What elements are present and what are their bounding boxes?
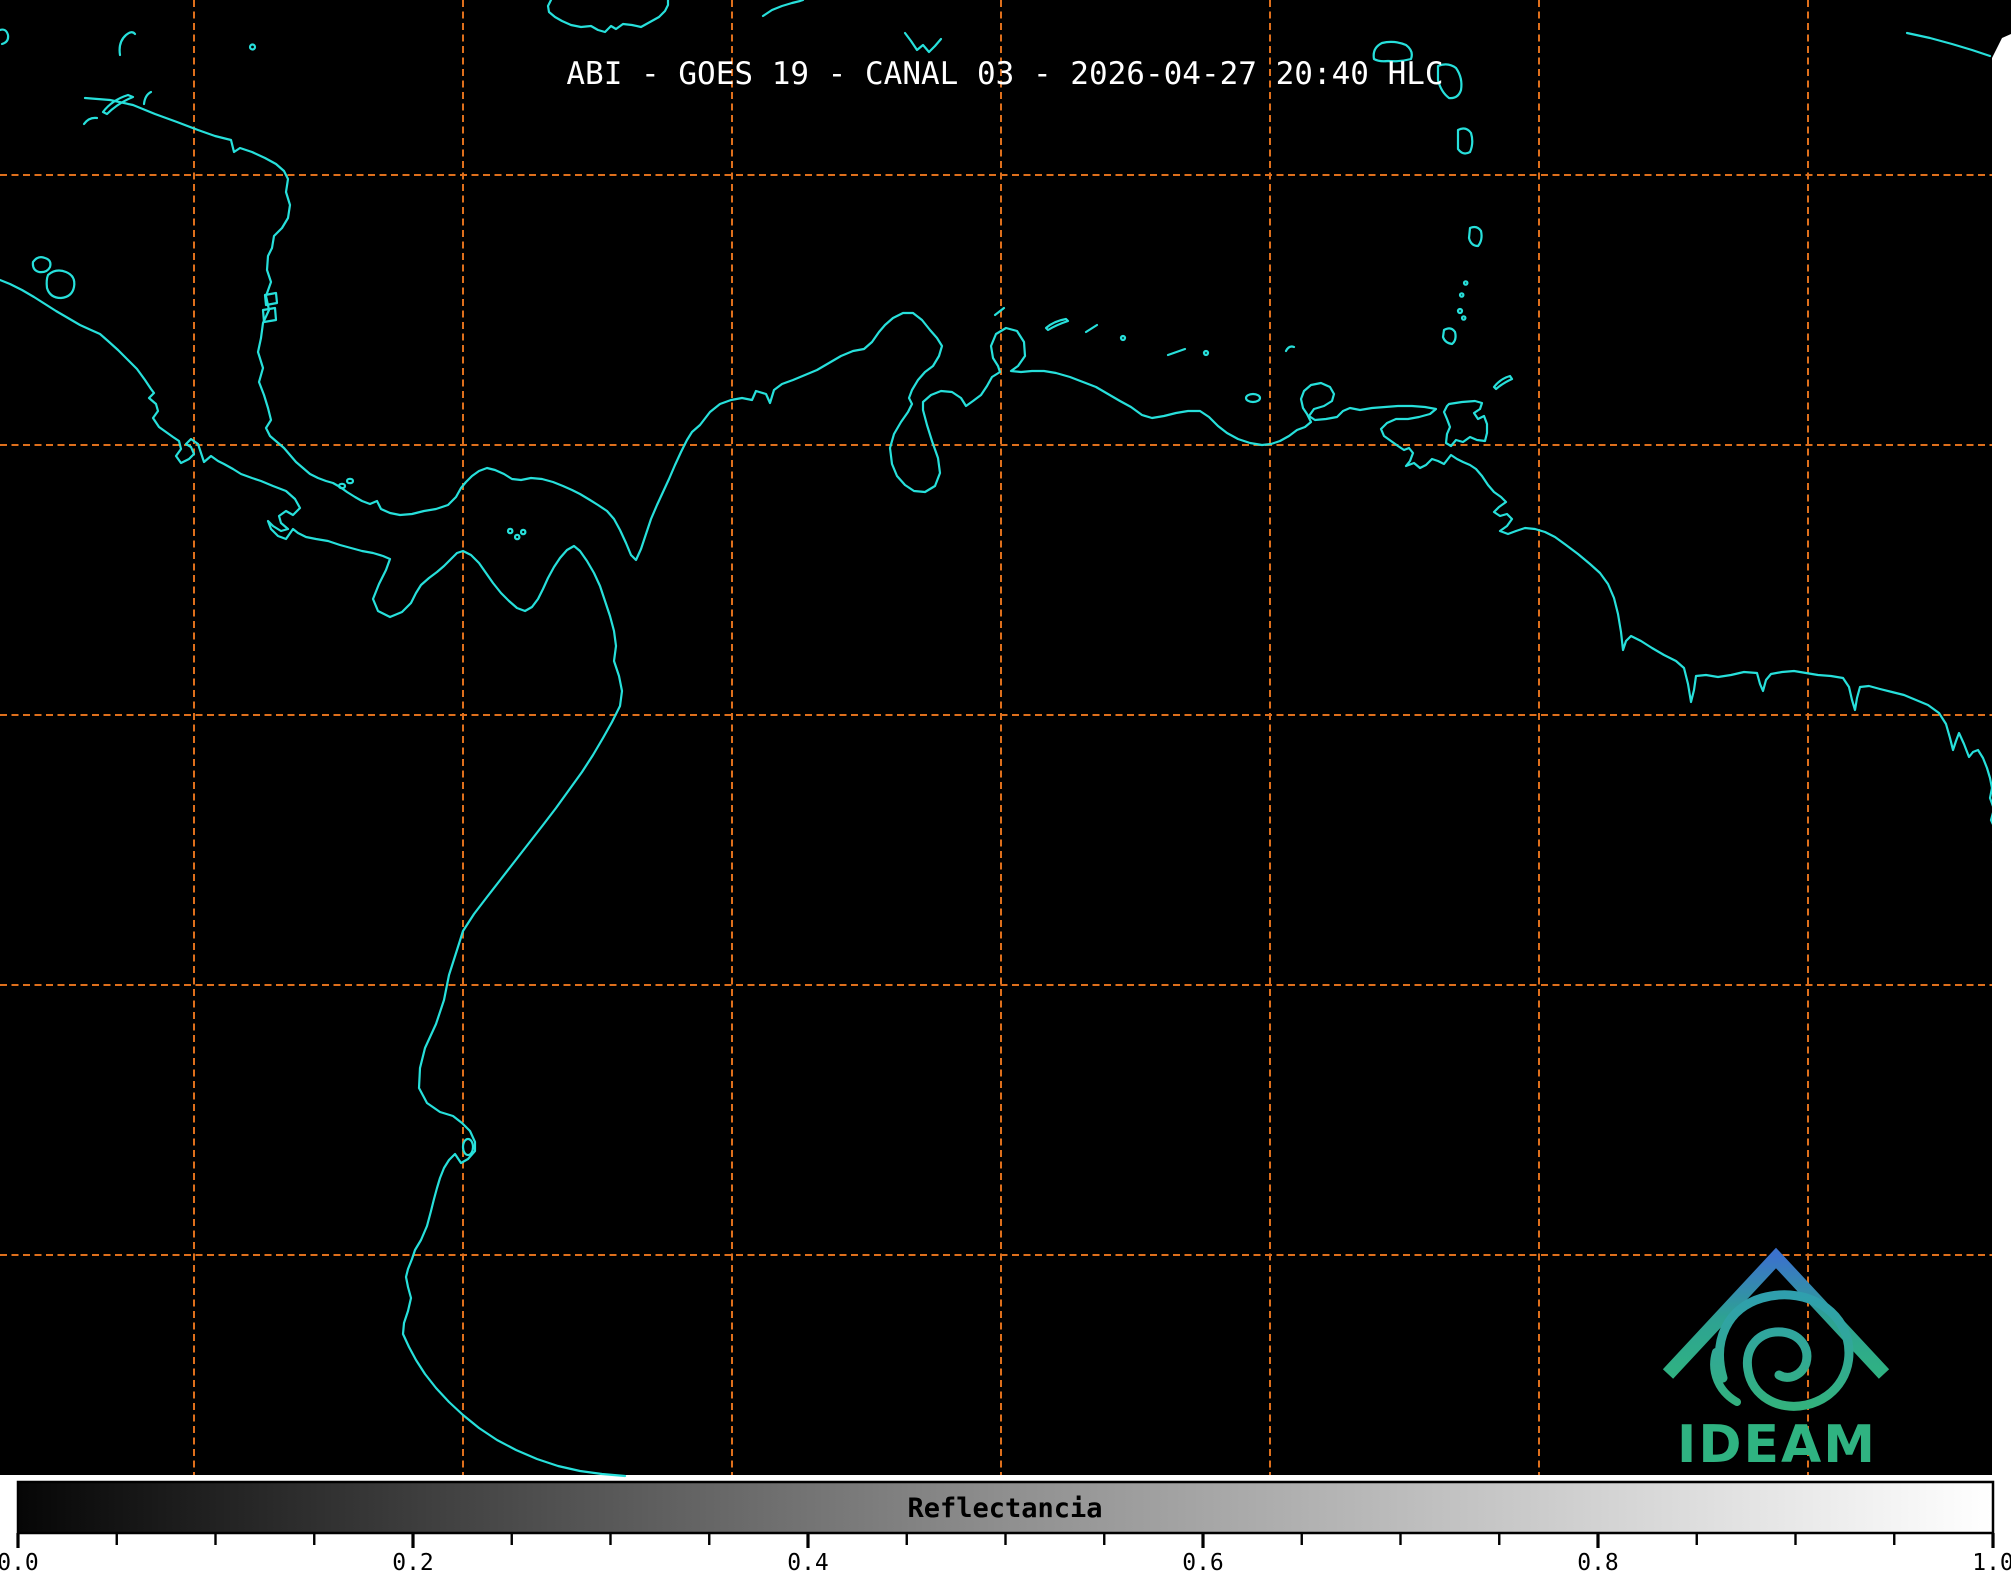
figure-title: ABI - GOES 19 - CANAL 03 - 2026-04-27 20… bbox=[566, 56, 1443, 92]
colorbar-tick-label: 0.2 bbox=[392, 1550, 434, 1576]
colorbar-tick-label: 0.6 bbox=[1182, 1550, 1224, 1576]
map-background bbox=[0, 0, 2011, 1475]
satellite-image-figure: ABI - GOES 19 - CANAL 03 - 2026-04-27 20… bbox=[0, 0, 2011, 1577]
colorbar-tick-label: 0.0 bbox=[0, 1550, 39, 1576]
figure-canvas: ABI - GOES 19 - CANAL 03 - 2026-04-27 20… bbox=[0, 0, 2011, 1577]
colorbar-tick-label: 0.8 bbox=[1577, 1550, 1619, 1576]
colorbar-tick-label: 0.4 bbox=[787, 1550, 829, 1576]
nodata-strip bbox=[1992, 34, 2011, 1475]
logo-text: IDEAM bbox=[1677, 1415, 1877, 1475]
colorbar-tick-label: 1.0 bbox=[1972, 1550, 2011, 1576]
colorbar-label: Reflectancia bbox=[907, 1493, 1102, 1524]
